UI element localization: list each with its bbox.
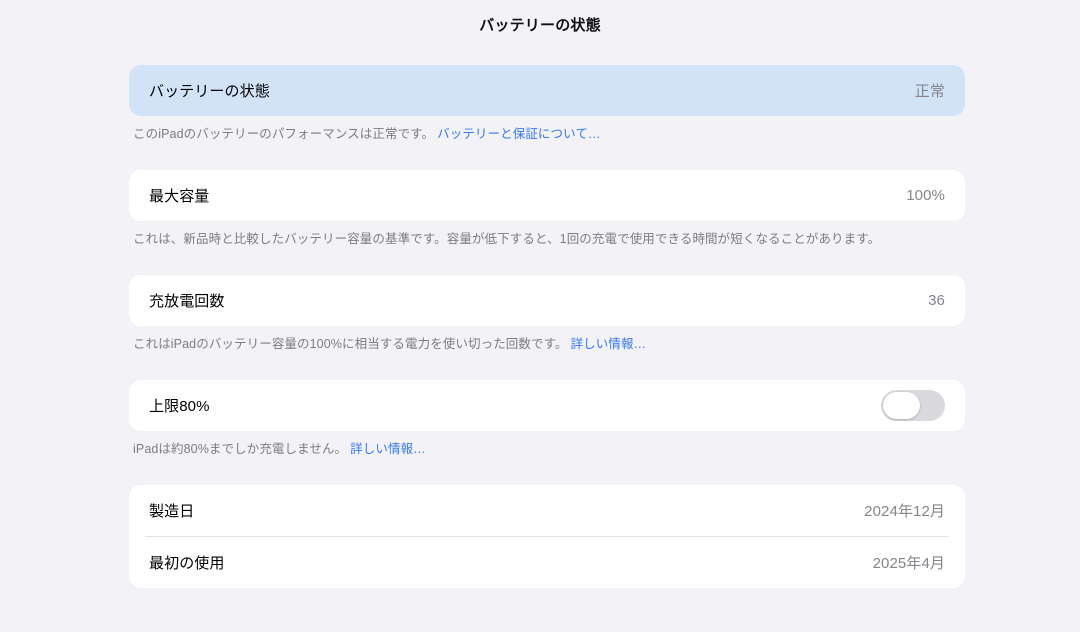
max-capacity-value: 100%	[906, 187, 945, 204]
manufacture-date-value: 2024年12月	[864, 500, 945, 521]
charge-limit-label: 上限80%	[149, 395, 210, 416]
cycle-count-learn-more-link[interactable]: 詳しい情報…	[571, 337, 647, 351]
toggle-knob	[883, 392, 920, 419]
page-title: バッテリーの状態	[0, 14, 1080, 35]
first-use-value: 2025年4月	[873, 552, 945, 573]
page-header: バッテリーの状態	[0, 0, 1080, 35]
charge-limit-footnote-text: iPadは約80%までしか充電しません。	[133, 442, 347, 456]
charge-limit-card: 上限80%	[129, 380, 965, 431]
charge-limit-toggle[interactable]	[881, 390, 945, 421]
battery-health-footnote: このiPadのバッテリーのパフォーマンスは正常です。バッテリーと保証について…	[133, 126, 961, 142]
manufacture-date-row: 製造日 2024年12月	[129, 485, 965, 536]
section-cycle-count: 充放電回数 36 これはiPadのバッテリー容量の100%に相当する電力を使い切…	[129, 275, 965, 352]
first-use-label: 最初の使用	[149, 552, 225, 573]
max-capacity-label: 最大容量	[149, 185, 209, 206]
battery-health-content: バッテリーの状態 正常 このiPadのバッテリーのパフォーマンスは正常です。バッ…	[129, 35, 965, 588]
manufacture-date-label: 製造日	[149, 500, 194, 521]
cycle-count-row: 充放電回数 36	[129, 275, 965, 326]
battery-health-footnote-text: このiPadのバッテリーのパフォーマンスは正常です。	[133, 127, 434, 141]
max-capacity-card: 最大容量 100%	[129, 170, 965, 221]
battery-health-row: バッテリーの状態 正常	[129, 65, 965, 116]
cycle-count-label: 充放電回数	[149, 290, 225, 311]
cycle-count-footnote-text: これはiPadのバッテリー容量の100%に相当する電力を使い切った回数です。	[133, 337, 568, 351]
charge-limit-learn-more-link[interactable]: 詳しい情報…	[350, 442, 426, 456]
charge-limit-row: 上限80%	[129, 380, 965, 431]
battery-health-card: バッテリーの状態 正常	[129, 65, 965, 116]
battery-warranty-link[interactable]: バッテリーと保証について…	[437, 127, 600, 141]
cycle-count-footnote: これはiPadのバッテリー容量の100%に相当する電力を使い切った回数です。詳し…	[133, 336, 961, 352]
section-max-capacity: 最大容量 100% これは、新品時と比較したバッテリー容量の基準です。容量が低下…	[129, 170, 965, 247]
battery-info-card: 製造日 2024年12月 最初の使用 2025年4月	[129, 485, 965, 588]
section-battery-info: 製造日 2024年12月 最初の使用 2025年4月	[129, 485, 965, 588]
battery-health-value: 正常	[915, 80, 945, 101]
max-capacity-row: 最大容量 100%	[129, 170, 965, 221]
section-charge-limit: 上限80% iPadは約80%までしか充電しません。詳しい情報…	[129, 380, 965, 457]
section-battery-health: バッテリーの状態 正常 このiPadのバッテリーのパフォーマンスは正常です。バッ…	[129, 65, 965, 142]
max-capacity-footnote-text: これは、新品時と比較したバッテリー容量の基準です。容量が低下すると、1回の充電で…	[133, 232, 880, 246]
battery-health-label: バッテリーの状態	[149, 80, 270, 101]
first-use-row: 最初の使用 2025年4月	[129, 537, 965, 588]
cycle-count-card: 充放電回数 36	[129, 275, 965, 326]
cycle-count-value: 36	[928, 292, 945, 309]
charge-limit-footnote: iPadは約80%までしか充電しません。詳しい情報…	[133, 441, 961, 457]
max-capacity-footnote: これは、新品時と比較したバッテリー容量の基準です。容量が低下すると、1回の充電で…	[133, 231, 961, 247]
